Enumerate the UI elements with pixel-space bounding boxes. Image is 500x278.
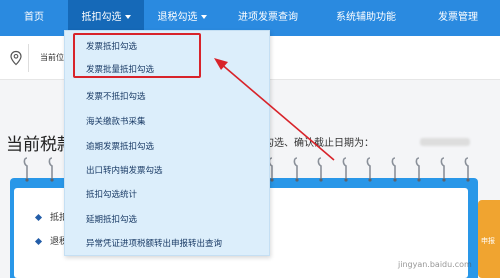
watermark: Bai 经验: [380, 241, 451, 261]
watermark-url: jingyan.baidu.com: [398, 260, 472, 269]
